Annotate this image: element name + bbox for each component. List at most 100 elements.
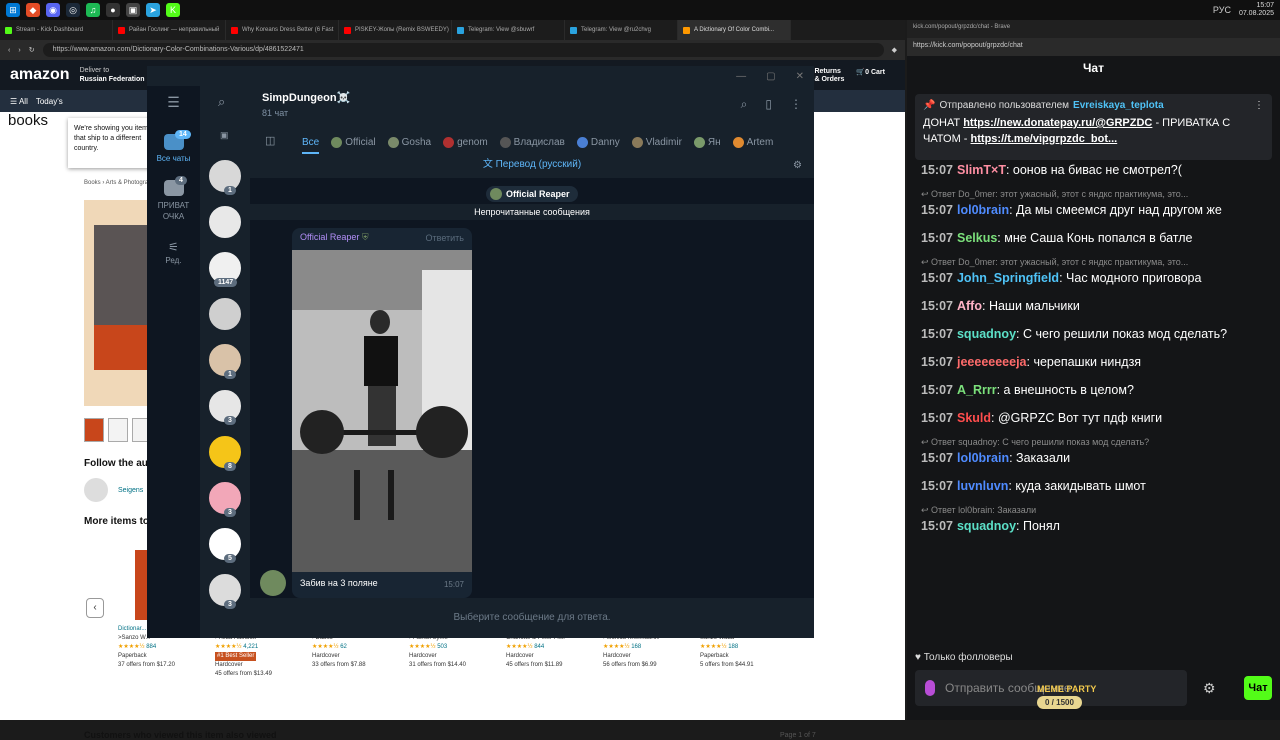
kick-icon[interactable]: K bbox=[166, 3, 180, 17]
topic-tab[interactable]: genom bbox=[443, 136, 488, 148]
chat-message[interactable]: 15:07 jeeeeeeeeja: черепашки ниндзя bbox=[921, 352, 1271, 372]
telegram-bot-link[interactable]: https://t.me/vipgrpzdc_bot... bbox=[971, 133, 1118, 145]
product-offers[interactable]: 45 offers from $11.89 bbox=[506, 661, 603, 670]
message-username[interactable]: luvnluvn bbox=[957, 479, 1008, 493]
chat-message[interactable]: 15:07 Selkus: мне Саша Конь попался в бат… bbox=[921, 228, 1271, 248]
topic-tab[interactable]: Artem bbox=[732, 136, 773, 148]
back-icon[interactable]: ‹ bbox=[8, 47, 10, 54]
chat-message[interactable]: 15:07 SlimT×T: оонов на бивас не смотрел?… bbox=[921, 160, 1271, 180]
reply-button[interactable]: Ответить bbox=[426, 233, 464, 243]
chat-message[interactable]: 15:07 Skuld: @GRPZC Вот тут пдф книги bbox=[921, 408, 1271, 428]
message-username[interactable]: Selkus bbox=[957, 231, 997, 245]
more-icon[interactable]: ⋮ bbox=[790, 97, 802, 112]
discord-icon[interactable]: ◉ bbox=[46, 3, 60, 17]
close-icon[interactable]: ✕ bbox=[796, 71, 804, 82]
chat-message[interactable]: ↩ Ответ squadnoy: С чего решили показ мо… bbox=[921, 436, 1271, 468]
app-icon[interactable]: ▣ bbox=[126, 3, 140, 17]
browser-tab[interactable]: A Dictionary Of Color Combi... bbox=[678, 20, 791, 40]
todays-deals-link[interactable]: Today's bbox=[36, 97, 63, 106]
author-name[interactable]: Seigens bbox=[118, 487, 143, 494]
donate-link[interactable]: https://new.donatepay.ru/@GRPZDC bbox=[963, 117, 1152, 129]
books-label[interactable]: books bbox=[8, 112, 48, 129]
reply-preview[interactable]: ↩ Ответ Do_0mer: этот ужасный, этот с ян… bbox=[921, 256, 1271, 268]
deliver-to[interactable]: Deliver to Russian Federation bbox=[80, 66, 145, 84]
pinned-author-chip[interactable]: Official Reaper bbox=[486, 186, 578, 202]
reload-icon[interactable]: ↻ bbox=[29, 46, 35, 54]
chat-message[interactable]: 15:07 Affo: Наши мальчики bbox=[921, 296, 1271, 316]
message-username[interactable]: squadnoy bbox=[957, 327, 1016, 341]
message-username[interactable]: lol0brain bbox=[957, 451, 1009, 465]
cart-button[interactable]: 🛒0 Cart bbox=[856, 68, 885, 84]
folder-edit[interactable]: ⚟ Ред. bbox=[147, 240, 200, 265]
forward-icon[interactable]: › bbox=[18, 47, 20, 54]
minimize-icon[interactable]: — bbox=[736, 71, 746, 82]
chat-message[interactable]: 15:07 A_Rrrr: а внешность в целом? bbox=[921, 380, 1271, 400]
folder-all-chats[interactable]: 14 Все чаты bbox=[147, 130, 200, 163]
language-indicator[interactable]: РУС bbox=[1213, 5, 1231, 15]
browser-tab[interactable]: Why Koreans Dress Better (6 Fast bbox=[226, 20, 339, 40]
message-username[interactable]: lol0brain bbox=[957, 203, 1009, 217]
maximize-icon[interactable]: ▢ bbox=[766, 71, 775, 82]
search-icon[interactable]: ⌕ bbox=[741, 97, 748, 112]
kick-url-field[interactable]: https://kick.com/popout/grpzdc/chat bbox=[907, 38, 1280, 56]
obs-icon[interactable]: ● bbox=[106, 3, 120, 17]
message-username[interactable]: A_Rrrr bbox=[957, 383, 997, 397]
topic-tab[interactable]: Все bbox=[302, 137, 320, 154]
product-offers[interactable]: 45 offers from $13.49 bbox=[215, 670, 312, 679]
mic-icon[interactable] bbox=[925, 680, 935, 696]
product-rating[interactable]: ★★★★½ 188 bbox=[700, 643, 797, 652]
all-menu[interactable]: ☰ All bbox=[10, 97, 28, 106]
browser-tab[interactable]: Telegram: View @sbuwrf bbox=[452, 20, 565, 40]
browser-tab[interactable]: Telegram: View @ru2chvg bbox=[565, 20, 678, 40]
send-button[interactable]: Чат bbox=[1244, 676, 1272, 700]
chat-message[interactable]: ↩ Ответ Do_0mer: этот ужасный, этот с ян… bbox=[921, 256, 1271, 288]
product-rating[interactable]: ★★★★½ 503 bbox=[409, 643, 506, 652]
message-photo[interactable] bbox=[292, 250, 472, 572]
message-username[interactable]: squadnoy bbox=[957, 519, 1016, 533]
translate-bar[interactable]: 文 Перевод (русский) ⚙ bbox=[250, 156, 814, 178]
topic-tab[interactable]: Official bbox=[331, 136, 376, 148]
reply-preview[interactable]: ↩ Ответ Do_0mer: этот ужасный, этот с ян… bbox=[921, 188, 1271, 200]
topic-tab[interactable]: Владислав bbox=[499, 136, 565, 148]
carousel-prev-button[interactable]: ‹ bbox=[86, 598, 104, 618]
message-username[interactable]: Skuld bbox=[957, 411, 991, 425]
topic-tab[interactable]: Ян bbox=[693, 136, 721, 148]
pinned-user[interactable]: Evreiskaya_teplota bbox=[1073, 100, 1164, 111]
chat-message[interactable]: 15:07 luvnluvn: куда закидывать шмот bbox=[921, 476, 1271, 496]
message-username[interactable]: SlimT×T bbox=[957, 163, 1006, 177]
topic-tab[interactable]: Gosha bbox=[387, 136, 431, 148]
chat-message[interactable]: ↩ Ответ lol0brain: Заказали 15:07 squadnoy… bbox=[921, 504, 1271, 536]
topics-list-icon[interactable]: ◫ bbox=[265, 134, 275, 147]
reply-preview[interactable]: ↩ Ответ lol0brain: Заказали bbox=[921, 504, 1271, 516]
product-rating[interactable]: ★★★★½ 168 bbox=[603, 643, 700, 652]
chat-message[interactable]: ↩ Ответ Do_0mer: этот ужасный, этот с ян… bbox=[921, 188, 1271, 220]
windows-icon[interactable]: ⊞ bbox=[6, 3, 20, 17]
message-username[interactable]: Affo bbox=[957, 299, 982, 313]
product-offers[interactable]: 37 offers from $17.20 bbox=[118, 661, 215, 670]
steam-icon[interactable]: ◎ bbox=[66, 3, 80, 17]
amazon-logo[interactable]: amazon bbox=[10, 66, 70, 84]
product-rating[interactable]: ★★★★½ 4,221 bbox=[215, 643, 312, 652]
spotify-icon[interactable]: ♫ bbox=[86, 3, 100, 17]
settings-gear-icon[interactable]: ⚙ bbox=[1203, 680, 1216, 697]
sender-avatar[interactable] bbox=[260, 570, 286, 596]
hamburger-menu-icon[interactable]: ☰ bbox=[147, 94, 200, 111]
topic-tab[interactable]: Vladimir bbox=[631, 136, 682, 148]
unpin-icon[interactable]: ⋮ bbox=[1254, 100, 1264, 111]
telegram-icon[interactable]: ➤ bbox=[146, 3, 160, 17]
book-cover[interactable] bbox=[84, 200, 150, 406]
brave-shield-icon[interactable]: ◆ bbox=[892, 46, 897, 54]
browser-tab[interactable]: Stream - Kick Dashboard bbox=[0, 20, 113, 40]
thumbnail[interactable] bbox=[84, 418, 104, 442]
search-icon[interactable]: ⌕ bbox=[218, 94, 225, 110]
chat-header[interactable]: SimpDungeon☠️ 81 чат ⌕ ▯ ⋮ bbox=[250, 86, 814, 128]
url-field[interactable]: https://www.amazon.com/Dictionary-Color-… bbox=[42, 43, 884, 57]
chat-avatar[interactable] bbox=[207, 204, 243, 240]
clock[interactable]: 15:07 07.08.2025 bbox=[1239, 2, 1274, 18]
message-bubble[interactable]: Official Reaper ⛨ Ответить Забив на 3 по… bbox=[292, 228, 472, 598]
topic-tab[interactable]: Danny bbox=[576, 136, 620, 148]
pinned-message[interactable]: 📌 Отправлено пользователем Evreiskaya_tepl… bbox=[915, 94, 1272, 160]
product-rating[interactable]: ★★★★½ 844 bbox=[506, 643, 603, 652]
browser-tab[interactable]: Райан Гослинг — неправильный bbox=[113, 20, 226, 40]
author-row[interactable]: Seigens bbox=[84, 478, 143, 502]
